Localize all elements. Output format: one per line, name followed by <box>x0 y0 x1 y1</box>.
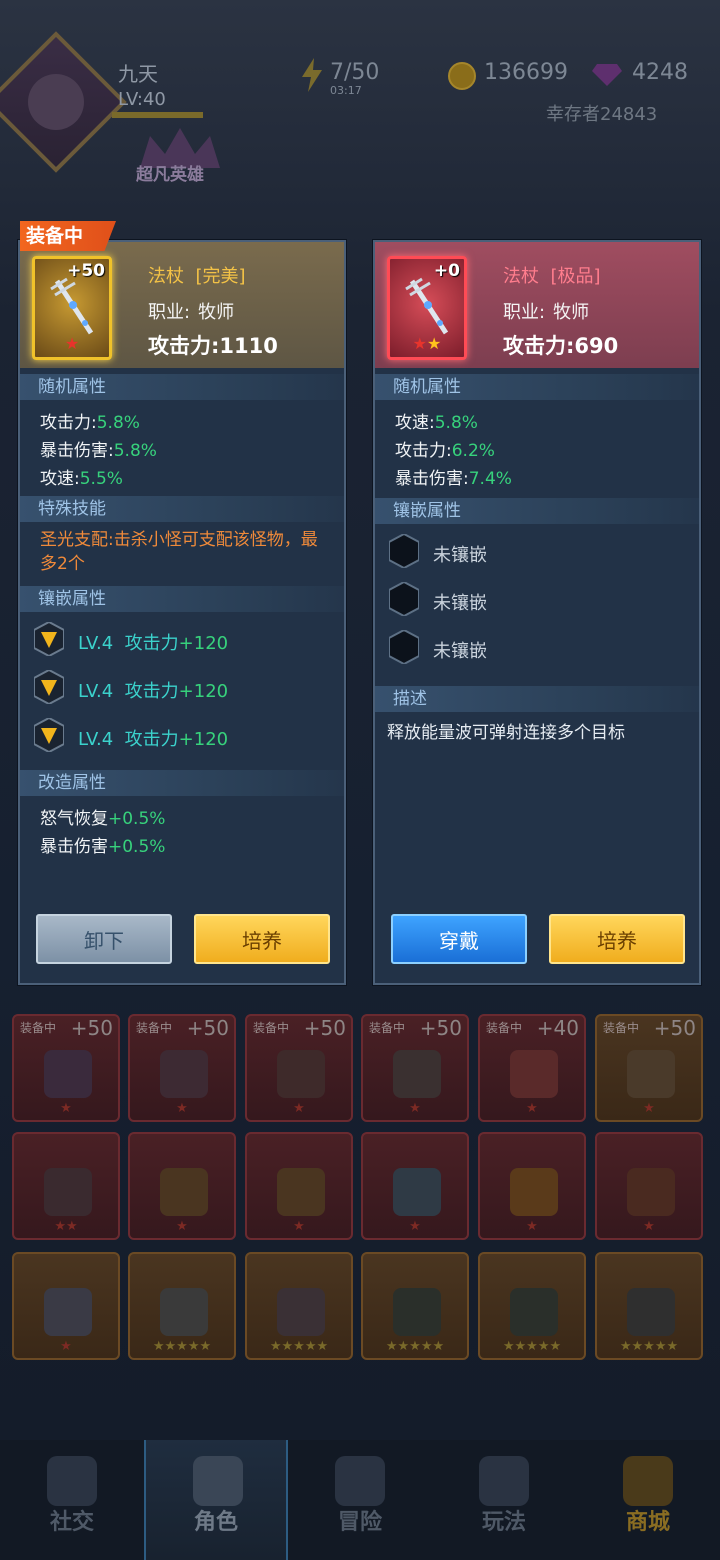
section-description: 描述 <box>375 686 699 712</box>
inventory-slot[interactable]: ★ <box>478 1132 586 1240</box>
item-class: 职业: 牧师 <box>503 302 590 323</box>
random-attr-row: 攻击力:5.8% <box>40 413 140 433</box>
energy-icon <box>302 58 322 92</box>
inventory-slot[interactable]: 装备中 +50 ★ <box>245 1014 353 1122</box>
inventory-slot[interactable]: ★ <box>12 1252 120 1360</box>
train-button[interactable]: 培养 <box>194 914 330 964</box>
item-icon-frame: +0 ★★ <box>387 256 467 360</box>
refine-attr-row: 怒气恢复+0.5% <box>40 809 166 829</box>
random-attr-row: 暴击伤害:5.8% <box>40 441 157 461</box>
role-icon <box>193 1456 243 1506</box>
inventory-slot[interactable]: ★ <box>128 1132 236 1240</box>
nav-adventure[interactable]: 冒险 <box>288 1440 432 1560</box>
nav-role[interactable]: 角色 <box>144 1440 288 1560</box>
inventory-slot[interactable]: ★ <box>595 1132 703 1240</box>
inventory-slot[interactable]: 装备中 +50 ★ <box>12 1014 120 1122</box>
topaz-gem-icon <box>34 670 64 704</box>
section-random-attrs: 随机属性 <box>20 374 344 400</box>
random-attr-row: 攻速:5.5% <box>40 469 123 489</box>
gem-value: 4248 <box>632 60 688 85</box>
gem-icon <box>592 64 622 86</box>
compare-item-panel: +0 ★★ 法杖 [极品] 职业: 牧师 攻击力:690 随机属性 攻速:5.8%… <box>373 240 701 985</box>
equipped-item-panel: +50 ★ 法杖 [完美] 职业: 牧师 攻击力:1110 随机属性 攻击力:5.… <box>18 240 346 985</box>
item-stars: ★★ <box>412 334 442 353</box>
inventory-slot[interactable]: 装备中 +50 ★ <box>128 1014 236 1122</box>
section-socket-attrs: 镶嵌属性 <box>375 498 699 524</box>
item-details-scroll[interactable]: 随机属性 攻速:5.8% 攻击力:6.2% 暴击伤害:7.4% 镶嵌属性 未镶嵌… <box>375 368 699 888</box>
inventory-slot[interactable]: 装备中 +40 ★ <box>478 1014 586 1122</box>
item-title: 法杖 [完美] <box>148 266 246 287</box>
inventory-slot[interactable]: ★★★★★ <box>128 1252 236 1360</box>
inventory-slot[interactable]: ★★ <box>12 1132 120 1240</box>
nav-play[interactable]: 玩法 <box>432 1440 576 1560</box>
inventory-slot[interactable]: 装备中 +50 ★ <box>595 1014 703 1122</box>
inventory-slot[interactable]: ★ <box>361 1132 469 1240</box>
energy-value: 7/50 <box>330 60 380 85</box>
item-attack: 攻击力:690 <box>503 334 619 358</box>
survivor-id: 幸存者24843 <box>546 104 658 125</box>
shopping-cart-icon <box>623 1456 673 1506</box>
random-attr-row: 攻击力:6.2% <box>395 441 495 461</box>
train-button[interactable]: 培养 <box>549 914 685 964</box>
gamepad-icon <box>479 1456 529 1506</box>
social-icon <box>47 1456 97 1506</box>
section-special-skill: 特殊技能 <box>20 496 344 522</box>
section-refine-attrs: 改造属性 <box>20 770 344 796</box>
nav-social[interactable]: 社交 <box>0 1440 144 1560</box>
inventory-slot[interactable]: ★★★★★ <box>595 1252 703 1360</box>
inventory-slot[interactable]: ★ <box>245 1132 353 1240</box>
random-attr-row: 暴击伤害:7.4% <box>395 469 512 489</box>
item-details-scroll[interactable]: 随机属性 攻击力:5.8% 暴击伤害:5.8% 攻速:5.5% 特殊技能 圣光支… <box>20 368 344 888</box>
enhance-level: +50 <box>67 261 105 281</box>
unequip-button[interactable]: 卸下 <box>36 914 172 964</box>
item-description: 释放能量波可弹射连接多个目标 <box>387 723 625 743</box>
inventory-slot[interactable]: ★★★★★ <box>478 1252 586 1360</box>
staff-icon <box>50 277 94 335</box>
inventory-slot[interactable]: ★★★★★ <box>361 1252 469 1360</box>
enhance-level: +0 <box>433 261 460 281</box>
topaz-gem-icon <box>34 622 64 656</box>
item-stars: ★ <box>64 334 80 353</box>
section-socket-attrs: 镶嵌属性 <box>20 586 344 612</box>
empty-socket-icon <box>389 582 419 616</box>
inventory-slot[interactable]: 装备中 +50 ★ <box>361 1014 469 1122</box>
special-skill-text: 圣光支配:击杀小怪可支配该怪物，最多2个 <box>40 530 318 574</box>
gold-value: 136699 <box>484 60 568 85</box>
empty-socket-icon <box>389 630 419 664</box>
random-attr-row: 攻速:5.8% <box>395 413 478 433</box>
equip-button[interactable]: 穿戴 <box>391 914 527 964</box>
item-attack: 攻击力:1110 <box>148 334 278 358</box>
topaz-gem-icon <box>34 718 64 752</box>
level-progress-bar <box>112 112 203 118</box>
equipped-badge: 装备中 <box>20 221 116 251</box>
item-title: 法杖 [极品] <box>503 266 601 287</box>
gold-coin-icon <box>448 62 476 90</box>
player-name: 九天 <box>118 62 158 86</box>
empty-socket-icon <box>389 534 419 568</box>
map-pin-icon <box>335 1456 385 1506</box>
nav-shop[interactable]: 商城 <box>576 1440 720 1560</box>
energy-timer: 03:17 <box>330 84 362 97</box>
inventory-slot[interactable]: ★★★★★ <box>245 1252 353 1360</box>
section-random-attrs: 随机属性 <box>375 374 699 400</box>
item-class: 职业: 牧师 <box>148 302 235 323</box>
item-header: +50 ★ 法杖 [完美] 职业: 牧师 攻击力:1110 <box>20 242 344 368</box>
item-header: +0 ★★ 法杖 [极品] 职业: 牧师 攻击力:690 <box>375 242 699 368</box>
player-level: LV:40 <box>118 89 166 110</box>
hero-rank-label: 超凡英雄 <box>136 165 204 185</box>
staff-icon <box>405 277 449 335</box>
item-icon-frame: +50 ★ <box>32 256 112 360</box>
refine-attr-row: 暴击伤害+0.5% <box>40 837 166 857</box>
